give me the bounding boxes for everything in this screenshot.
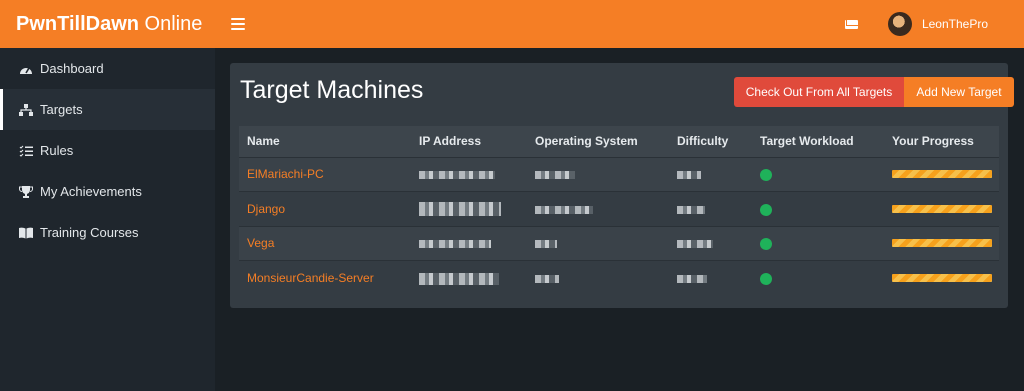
- username[interactable]: LeonThePro: [922, 17, 988, 31]
- workload-status-dot: [760, 238, 772, 251]
- table-row[interactable]: ElMariachi-PC: [239, 156, 999, 192]
- workload-status-dot: [760, 272, 772, 285]
- targets-table: Name IP Address Operating System Difficu…: [239, 126, 999, 295]
- mail-icon[interactable]: [844, 19, 858, 29]
- brand-name-light: Online: [138, 12, 203, 35]
- redacted-difficulty: [677, 205, 705, 214]
- progress-bar: [892, 204, 992, 213]
- main-content: Target Machines Check Out From All Targe…: [215, 48, 1024, 391]
- sidebar-item-targets[interactable]: Targets: [0, 89, 215, 130]
- column-header-progress[interactable]: Your Progress: [884, 126, 999, 157]
- redacted-os: [535, 274, 559, 283]
- column-header-workload[interactable]: Target Workload: [752, 126, 884, 157]
- brand-name-bold: PwnTillDawn: [16, 12, 139, 35]
- brand-logo[interactable]: PwnTillDawn Online: [0, 13, 215, 36]
- sidebar-item-label: Training Courses: [40, 225, 139, 240]
- table-row[interactable]: Django: [239, 191, 999, 226]
- trophy-icon: [18, 185, 34, 199]
- redacted-os: [535, 240, 557, 249]
- list-icon: [18, 144, 34, 158]
- redacted-os: [535, 205, 593, 214]
- machine-name-link[interactable]: ElMariachi-PC: [247, 167, 324, 181]
- column-header-difficulty[interactable]: Difficulty: [669, 126, 752, 157]
- network-icon: [18, 103, 34, 117]
- sidebar-item-label: Dashboard: [40, 61, 104, 76]
- redacted-ip: [419, 240, 491, 249]
- top-navbar: PwnTillDawn Online LeonThePro: [0, 0, 1024, 48]
- check-out-all-button[interactable]: Check Out From All Targets: [734, 77, 904, 107]
- book-icon: [18, 226, 34, 240]
- progress-fill: [892, 274, 992, 282]
- sidebar-item-training-courses[interactable]: Training Courses: [0, 212, 215, 253]
- target-machines-panel: Target Machines Check Out From All Targe…: [230, 63, 1014, 308]
- menu-toggle-icon[interactable]: [231, 18, 245, 30]
- sidebar: Dashboard Targets Rules My Achievements …: [0, 48, 215, 391]
- add-new-target-button[interactable]: Add New Target: [904, 77, 1014, 107]
- progress-fill: [892, 205, 992, 213]
- sidebar-item-dashboard[interactable]: Dashboard: [0, 48, 215, 89]
- sidebar-item-label: My Achievements: [40, 184, 142, 199]
- progress-fill: [892, 170, 992, 178]
- sidebar-item-label: Rules: [40, 143, 74, 158]
- redacted-os: [535, 171, 575, 180]
- machine-name-link[interactable]: Django: [247, 202, 285, 216]
- page-title: Target Machines: [240, 76, 424, 104]
- sidebar-item-achievements[interactable]: My Achievements: [0, 171, 215, 212]
- workload-status-dot: [760, 203, 772, 216]
- machine-name-link[interactable]: MonsieurCandie-Server: [247, 271, 374, 285]
- redacted-difficulty: [677, 240, 713, 249]
- progress-bar: [892, 239, 992, 248]
- redacted-difficulty: [677, 171, 701, 180]
- column-header-os[interactable]: Operating System: [527, 126, 669, 157]
- machine-name-link[interactable]: Vega: [247, 236, 274, 250]
- dashboard-icon: [18, 62, 34, 76]
- redacted-ip: [419, 272, 499, 285]
- redacted-difficulty: [677, 274, 707, 283]
- progress-bar: [892, 274, 992, 282]
- workload-status-dot: [760, 169, 772, 182]
- column-header-name[interactable]: Name: [239, 126, 411, 157]
- sidebar-item-rules[interactable]: Rules: [0, 130, 215, 171]
- progress-bar: [892, 170, 992, 179]
- table-row[interactable]: MonsieurCandie-Server: [239, 260, 999, 295]
- redacted-ip: [419, 171, 495, 180]
- redacted-ip: [419, 202, 501, 217]
- table-header-row: Name IP Address Operating System Difficu…: [239, 126, 999, 157]
- table-row[interactable]: Vega: [239, 225, 999, 261]
- column-header-ip[interactable]: IP Address: [411, 126, 527, 157]
- sidebar-item-label: Targets: [40, 102, 83, 117]
- progress-fill: [892, 239, 992, 247]
- avatar[interactable]: [887, 12, 912, 36]
